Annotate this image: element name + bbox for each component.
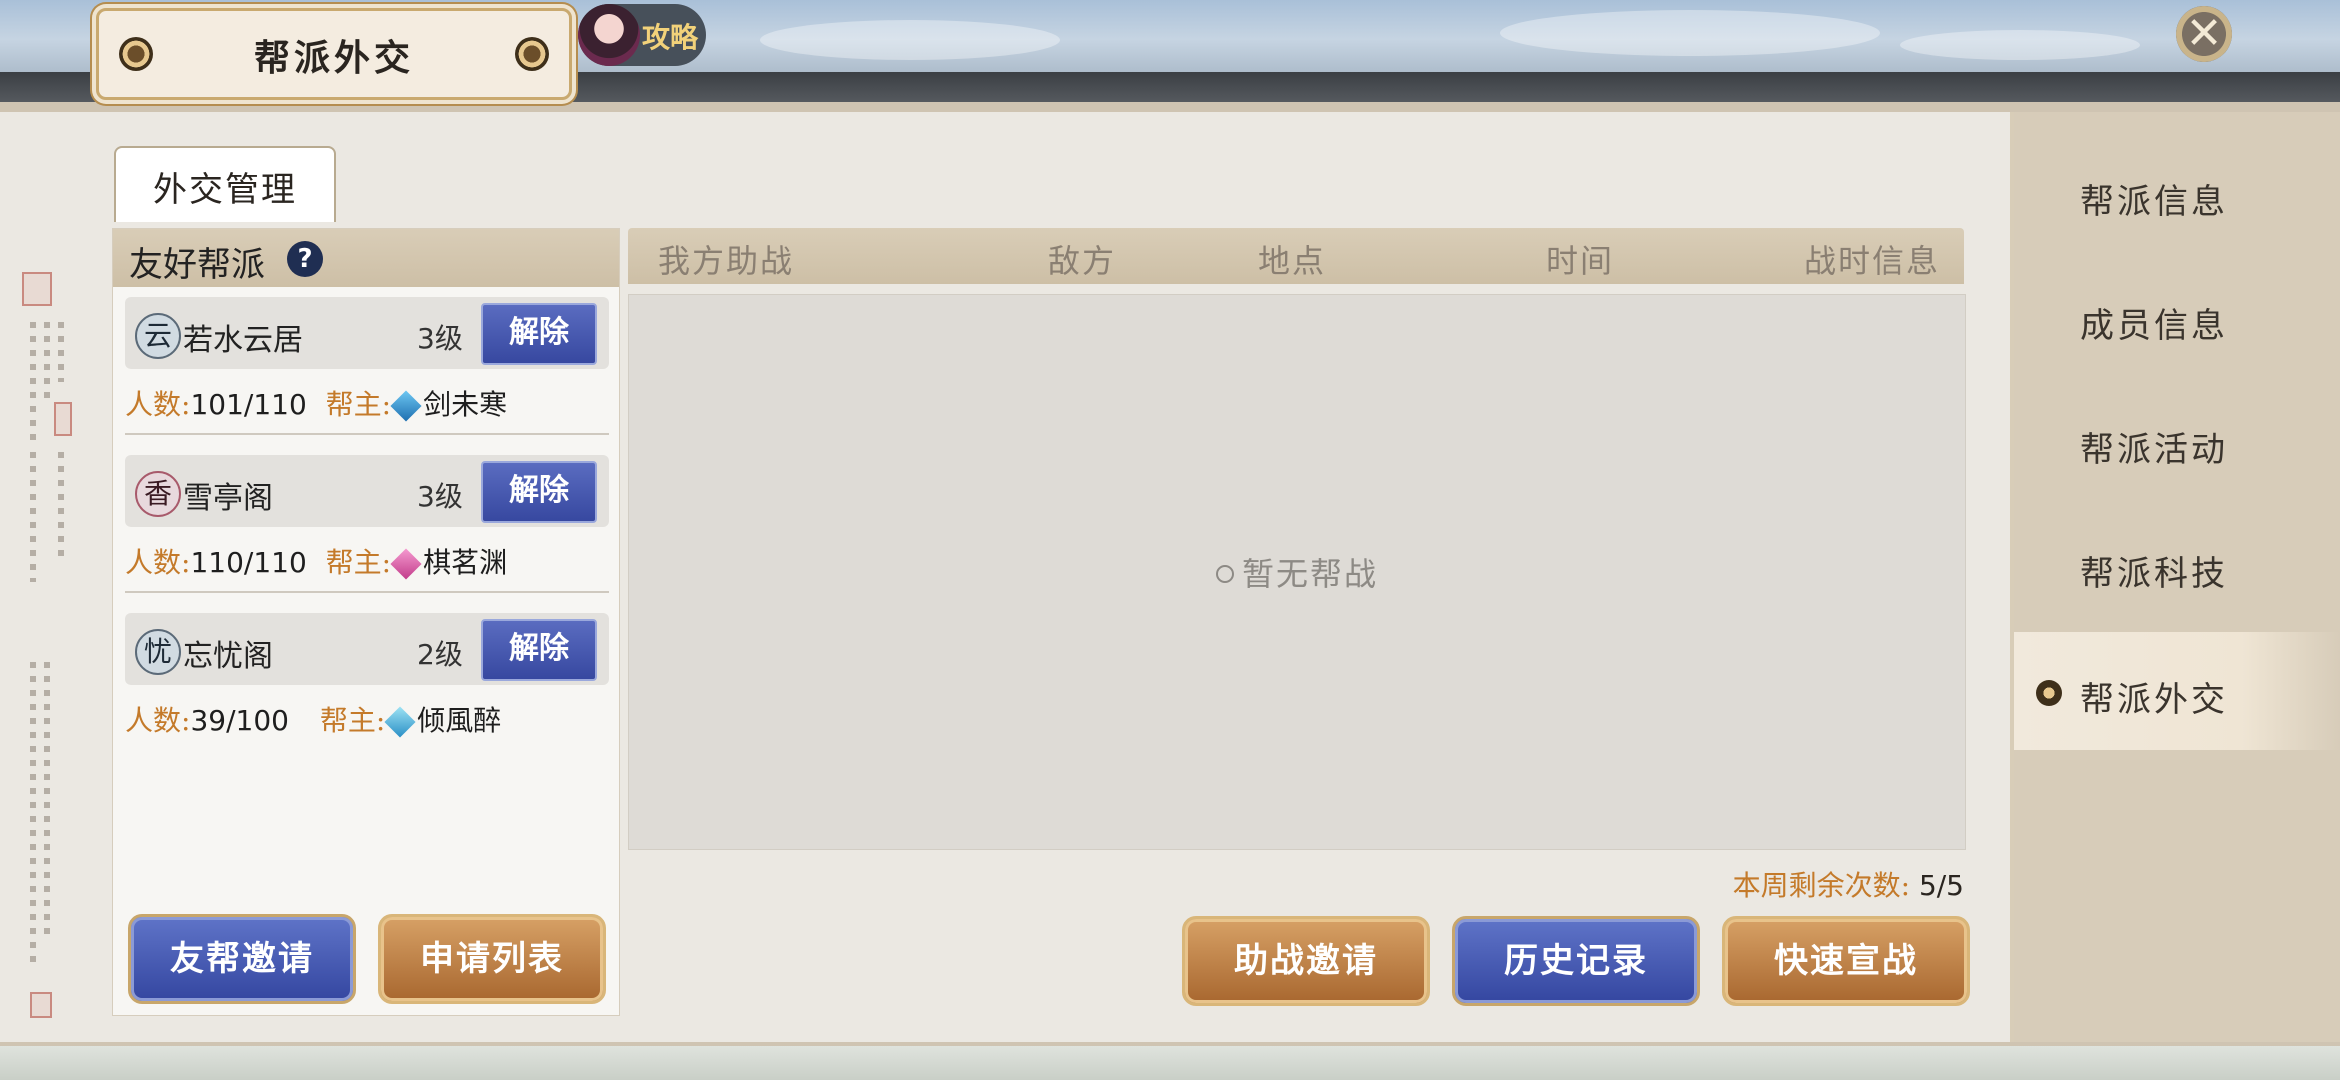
guild-members: 101/110	[190, 388, 307, 421]
friendly-guilds-header: 友好帮派 ?	[113, 229, 619, 287]
guild-name: 若水云居	[183, 323, 303, 358]
assist-invite-button[interactable]: 助战邀请	[1182, 916, 1430, 1006]
members-label: 人数:	[125, 388, 191, 421]
calligraphy-scroll	[14, 272, 74, 1032]
help-icon[interactable]: ?	[287, 241, 323, 277]
divider	[125, 433, 609, 435]
guide-button[interactable]: 攻略	[578, 4, 706, 66]
war-table-header: 我方助战 敌方 地点 时间 战时信息	[628, 228, 1964, 284]
cloud-decoration	[1900, 30, 2140, 60]
guild-emblem-icon: 云	[135, 313, 181, 359]
leader-gem-icon	[384, 706, 416, 738]
active-knot-icon	[2036, 680, 2062, 706]
leader-label: 帮主:	[325, 388, 392, 421]
guild-leader: 棋茗渊	[423, 546, 508, 579]
guild-members: 110/110	[190, 546, 307, 579]
tab-label: 外交管理	[153, 170, 297, 210]
tab-diplomacy-management[interactable]: 外交管理	[114, 146, 336, 222]
members-label: 人数:	[125, 704, 191, 737]
war-table-body: 暂无帮战	[628, 294, 1966, 850]
nav-item-label: 帮派外交	[2080, 680, 2228, 720]
column-header: 地点	[1258, 242, 1327, 280]
empty-state-text: 暂无帮战	[1241, 555, 1378, 593]
empty-state: 暂无帮战	[629, 549, 1965, 595]
remaining-label: 本周剩余次数:	[1732, 869, 1911, 902]
guild-info: 人数:101/110 帮主: 剑未寒	[125, 383, 609, 431]
remove-alliance-button[interactable]: 解除	[481, 461, 597, 523]
column-header: 战时信息	[1804, 242, 1941, 280]
guild-row: 云 若水云居 3级 解除	[125, 297, 609, 369]
leader-label: 帮主:	[319, 704, 386, 737]
friendly-guilds-panel: 友好帮派 ? 云 若水云居 3级 解除 人数:101/110 帮主: 剑未寒 香 …	[112, 228, 620, 1016]
close-button[interactable]: ✕	[2176, 6, 2232, 62]
guide-label: 攻略	[642, 21, 699, 54]
seal-icon	[22, 272, 52, 306]
quick-declare-war-button[interactable]: 快速宣战	[1722, 916, 1970, 1006]
guild-leader: 剑未寒	[423, 388, 508, 421]
nav-item-label: 帮派科技	[2080, 554, 2228, 594]
remove-alliance-button[interactable]: 解除	[481, 619, 597, 681]
application-list-button[interactable]: 申请列表	[378, 914, 606, 1004]
guild-members: 39/100	[190, 704, 289, 737]
divider	[125, 591, 609, 593]
guild-name: 雪亭阁	[183, 481, 273, 516]
page-title: 帮派外交	[253, 37, 414, 79]
nav-item-label: 成员信息	[2080, 306, 2228, 346]
friend-invite-button[interactable]: 友帮邀请	[128, 914, 356, 1004]
friendly-guilds-title: 友好帮派	[129, 245, 265, 285]
bottom-decoration	[0, 1046, 2340, 1080]
history-button[interactable]: 历史记录	[1452, 916, 1700, 1006]
nav-item-guild-info[interactable]: 帮派信息	[2014, 134, 2340, 252]
guild-level: 2级	[417, 638, 463, 671]
close-icon: ✕	[2185, 8, 2223, 59]
guide-avatar	[578, 4, 640, 66]
remove-alliance-button[interactable]: 解除	[481, 303, 597, 365]
column-header: 敌方	[1048, 242, 1117, 280]
empty-marker-icon	[1215, 565, 1234, 583]
nav-item-label: 帮派信息	[2080, 182, 2228, 222]
cloud-decoration	[1500, 10, 1880, 56]
seal-icon	[30, 992, 52, 1018]
nav-item-member-info[interactable]: 成员信息	[2014, 258, 2340, 376]
guild-name: 忘忧阁	[183, 639, 273, 674]
guild-emblem-icon: 香	[135, 471, 181, 517]
nav-item-guild-diplomacy[interactable]: 帮派外交	[2014, 632, 2340, 750]
members-label: 人数:	[125, 546, 191, 579]
guild-row: 忧 忘忧阁 2级 解除	[125, 613, 609, 685]
guild-row: 香 雪亭阁 3级 解除	[125, 455, 609, 527]
guild-level: 3级	[417, 480, 463, 513]
guild-level: 3级	[417, 322, 463, 355]
guild-info: 人数:110/110 帮主: 棋茗渊	[125, 541, 609, 589]
remaining-value: 5/5	[1918, 869, 1964, 902]
nav-item-guild-activities[interactable]: 帮派活动	[2014, 382, 2340, 500]
nav-item-label: 帮派活动	[2080, 430, 2228, 470]
guild-emblem-icon: 忧	[135, 629, 181, 675]
weekly-remaining: 本周剩余次数: 5/5	[1733, 864, 1964, 904]
seal-icon	[54, 402, 72, 436]
leader-gem-icon	[390, 548, 422, 580]
knot-icon	[515, 37, 549, 71]
column-header: 时间	[1546, 242, 1615, 280]
cloud-decoration	[760, 20, 1060, 60]
nav-item-guild-tech[interactable]: 帮派科技	[2014, 506, 2340, 624]
guild-leader: 倾風醉	[417, 704, 502, 737]
page-title-plaque: 帮派外交	[96, 8, 572, 100]
leader-label: 帮主:	[325, 546, 392, 579]
column-header: 我方助战	[658, 242, 795, 280]
side-nav: 帮派信息 成员信息 帮派活动 帮派科技 帮派外交	[2014, 112, 2340, 1042]
guild-info: 人数:39/100 帮主: 倾風醉	[125, 699, 609, 747]
leader-gem-icon	[390, 390, 422, 422]
